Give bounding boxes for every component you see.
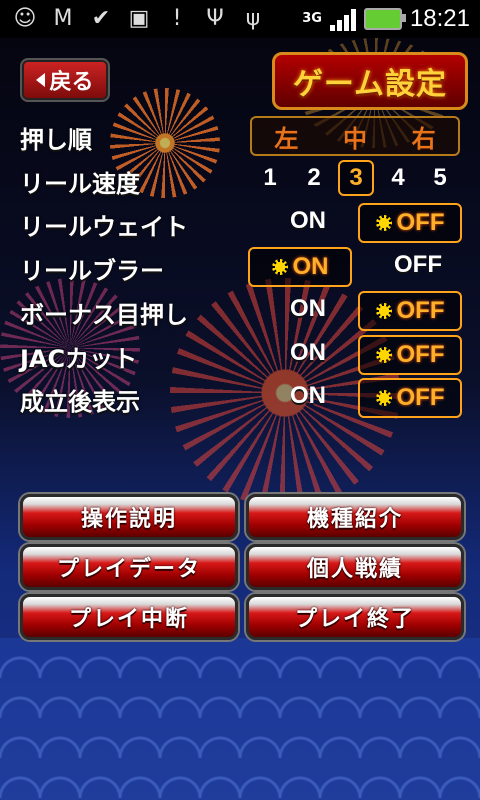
wave-pattern [0, 638, 480, 800]
usb-icon: Ψ [206, 6, 224, 31]
page-title: ゲーム設定 [272, 52, 468, 110]
usb-debug-icon: ψ [245, 6, 261, 31]
option-label: OFF [396, 297, 445, 324]
manual-button[interactable]: 操作説明 [20, 494, 238, 540]
setting-jac-cut: JACカット ON OFF [0, 335, 480, 379]
speed-option-5[interactable]: 5 [422, 160, 458, 196]
setting-push-order: 押し順 左 中 右 [0, 116, 480, 160]
reel-blur-off-button[interactable]: OFF [368, 247, 468, 283]
speed-option-1[interactable]: 1 [252, 160, 288, 196]
option-label: OFF [396, 384, 445, 411]
setting-label: リール速度 [20, 170, 140, 198]
network-type: 3G [302, 11, 322, 26]
speed-option-3[interactable]: 3 [338, 160, 374, 196]
setting-label: リールウェイト [20, 213, 188, 241]
back-button[interactable]: 戻る [20, 58, 110, 102]
order-right: 右 [411, 124, 436, 153]
personal-record-button[interactable]: 個人戦績 [246, 544, 464, 590]
selected-icon [375, 215, 392, 231]
machine-info-button[interactable]: 機種紹介 [246, 494, 464, 540]
speed-option-2[interactable]: 2 [296, 160, 332, 196]
push-order-selector[interactable]: 左 中 右 [250, 116, 460, 156]
setting-bonus-eye: ボーナス目押し ON OFF [0, 291, 480, 335]
setting-label: リールブラー [20, 257, 164, 285]
reel-wait-off-button[interactable]: OFF [358, 203, 462, 243]
selected-icon [375, 303, 392, 319]
message-icon: ☺ [13, 6, 37, 31]
gmail-icon: M [53, 6, 73, 31]
signal-icon [329, 7, 356, 31]
win-display-on-button[interactable]: ON [258, 378, 358, 414]
reel-blur-on-button[interactable]: ON [248, 247, 352, 287]
clock: 18:21 [409, 5, 470, 32]
alert-icon: ! [172, 6, 182, 31]
jac-cut-on-button[interactable]: ON [258, 335, 358, 371]
option-label: OFF [396, 209, 445, 236]
play-data-button[interactable]: プレイデータ [20, 544, 238, 590]
win-display-off-button[interactable]: OFF [358, 378, 462, 418]
selected-icon [375, 347, 392, 363]
quit-play-button[interactable]: プレイ終了 [246, 594, 464, 640]
setting-reel-speed: リール速度 1 2 3 4 5 [0, 160, 480, 204]
back-button-label: 戻る [49, 70, 94, 95]
notification-icons: ☺ M ✔ ▣ ! Ψ ψ [10, 6, 268, 32]
bonus-eye-on-button[interactable]: ON [258, 291, 358, 327]
back-arrow-icon [36, 73, 46, 87]
download-done-icon: ✔ [91, 6, 111, 31]
reel-wait-on-button[interactable]: ON [258, 203, 358, 239]
setting-label: 押し順 [20, 126, 92, 154]
status-bar: ☺ M ✔ ▣ ! Ψ ψ 3G 18:21 [0, 0, 480, 38]
setting-reel-wait: リールウェイト ON OFF [0, 203, 480, 247]
shopping-bag-icon: ▣ [128, 6, 150, 31]
setting-label: ボーナス目押し [20, 301, 188, 329]
battery-icon [363, 8, 406, 30]
setting-label: 成立後表示 [20, 388, 140, 416]
option-label: ON [292, 253, 329, 280]
suspend-play-button[interactable]: プレイ中断 [20, 594, 238, 640]
order-center: 中 [342, 124, 367, 153]
setting-label: JACカット [20, 345, 138, 373]
setting-reel-blur: リールブラー ON OFF [0, 247, 480, 291]
jac-cut-off-button[interactable]: OFF [358, 335, 462, 375]
option-label: OFF [396, 341, 445, 368]
bonus-eye-off-button[interactable]: OFF [358, 291, 462, 331]
speed-option-4[interactable]: 4 [380, 160, 416, 196]
setting-win-display: 成立後表示 ON OFF [0, 378, 480, 422]
selected-icon [271, 259, 288, 275]
order-left: 左 [274, 124, 299, 153]
selected-icon [375, 390, 392, 406]
